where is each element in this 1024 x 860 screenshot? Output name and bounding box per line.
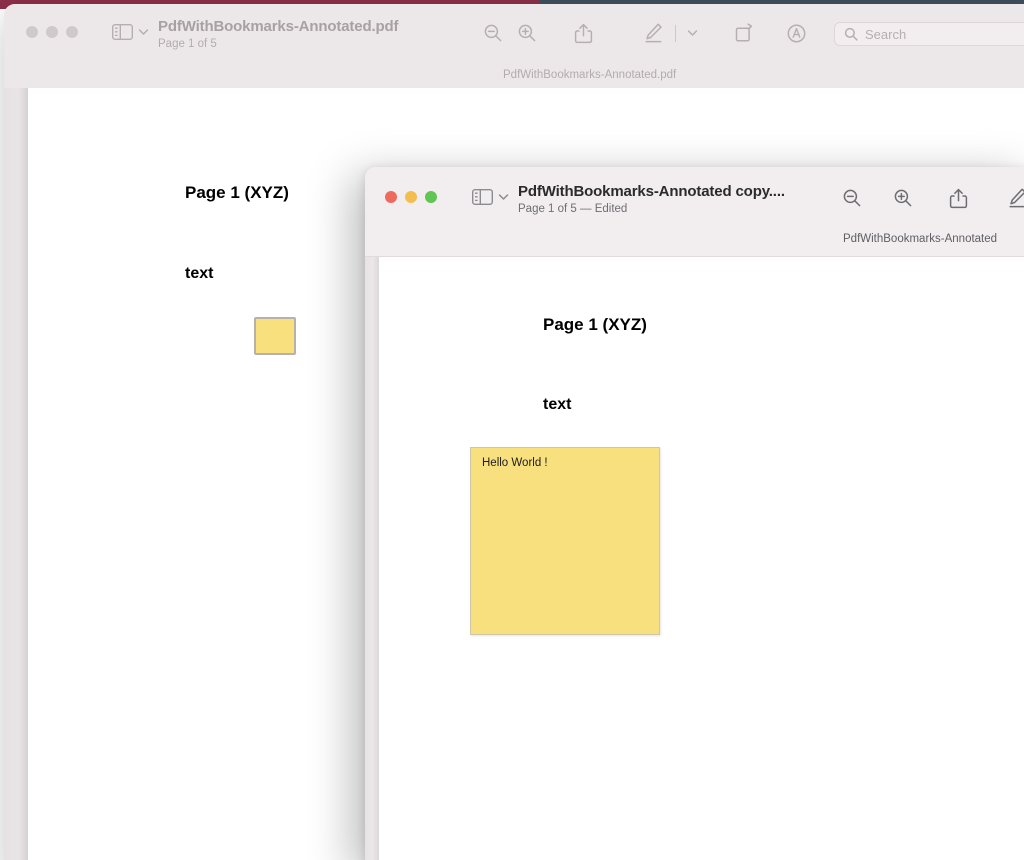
zoom-in-button[interactable]: [886, 183, 920, 213]
chevron-down-icon: [498, 193, 509, 201]
sidebar-icon: [112, 24, 133, 40]
zoom-button[interactable]: [425, 191, 437, 203]
front-sidebar-toggle[interactable]: [472, 189, 509, 205]
front-traffic-lights: [385, 191, 437, 203]
zoom-out-button[interactable]: [476, 18, 510, 48]
chevron-down-icon: [138, 28, 149, 36]
share-icon: [574, 23, 593, 44]
background-toolbar: [476, 18, 813, 48]
annotate-icon: [786, 23, 807, 44]
zoom-in-icon: [517, 23, 537, 43]
background-doc-text: text: [185, 265, 214, 282]
share-icon: [949, 188, 968, 209]
background-title-block: PdfWithBookmarks-Annotated.pdf Page 1 of…: [158, 18, 399, 51]
search-field[interactable]: Search: [834, 22, 1024, 46]
front-window-subtitle: Page 1 of 5 — Edited: [518, 203, 628, 216]
background-scroll-gutter[interactable]: [4, 88, 28, 860]
background-traffic-lights: [26, 26, 78, 38]
annotate-button[interactable]: [779, 18, 813, 48]
rotate-icon: [734, 23, 755, 43]
minimize-button[interactable]: [405, 191, 417, 203]
front-document-area[interactable]: Page 1 (XYZ) text Hello World !: [365, 257, 1024, 860]
chevron-down-icon: [687, 29, 698, 37]
rotate-button[interactable]: [727, 18, 761, 48]
toolbar-divider: [675, 24, 676, 42]
close-button[interactable]: [26, 26, 38, 38]
front-toolbar: [835, 183, 1024, 213]
background-window-subtitle: Page 1 of 5: [158, 38, 217, 51]
screen: PdfWithBookmarks-Annotated.pdf Page 1 of…: [0, 0, 1024, 860]
front-doc-text: text: [543, 396, 572, 413]
share-button[interactable]: [566, 18, 600, 48]
zoom-button[interactable]: [66, 26, 78, 38]
background-sidebar-toggle[interactable]: [112, 24, 149, 40]
zoom-out-icon: [842, 188, 862, 208]
zoom-in-icon: [893, 188, 913, 208]
front-filename-label: PdfWithBookmarks-Annotated: [843, 233, 998, 245]
markup-options-button[interactable]: [681, 18, 703, 48]
front-window-title: PdfWithBookmarks-Annotated copy....: [518, 183, 785, 200]
background-filename-label: PdfWithBookmarks-Annotated.pdf: [503, 69, 677, 81]
search-input[interactable]: Search: [865, 27, 906, 42]
markup-button[interactable]: [1000, 183, 1024, 213]
markup-button[interactable]: [636, 18, 670, 48]
front-title-block: PdfWithBookmarks-Annotated copy.... Page…: [518, 183, 785, 216]
minimize-button[interactable]: [46, 26, 58, 38]
background-window-title: PdfWithBookmarks-Annotated.pdf: [158, 18, 399, 35]
sidebar-icon: [472, 189, 493, 205]
markup-pencil-icon: [1007, 187, 1024, 209]
sticky-note-annotation[interactable]: Hello World !: [470, 447, 660, 635]
background-doc-heading: Page 1 (XYZ): [185, 183, 289, 202]
front-doc-heading: Page 1 (XYZ): [543, 315, 647, 334]
search-icon: [844, 27, 858, 41]
zoom-in-button[interactable]: [510, 18, 544, 48]
collapsed-note-annotation[interactable]: [254, 317, 296, 355]
front-scroll-gutter[interactable]: [365, 257, 379, 860]
background-window-titlebar: PdfWithBookmarks-Annotated.pdf Page 1 of…: [4, 4, 1024, 88]
markup-pencil-icon: [643, 22, 664, 44]
sticky-note-text[interactable]: Hello World !: [482, 457, 548, 469]
share-button[interactable]: [941, 183, 975, 213]
zoom-out-button[interactable]: [835, 183, 869, 213]
front-window-titlebar: PdfWithBookmarks-Annotated copy.... Page…: [365, 167, 1024, 257]
front-preview-window[interactable]: PdfWithBookmarks-Annotated copy.... Page…: [365, 167, 1024, 860]
zoom-out-icon: [483, 23, 503, 43]
close-button[interactable]: [385, 191, 397, 203]
front-pdf-page: Page 1 (XYZ) text Hello World !: [379, 257, 1024, 860]
